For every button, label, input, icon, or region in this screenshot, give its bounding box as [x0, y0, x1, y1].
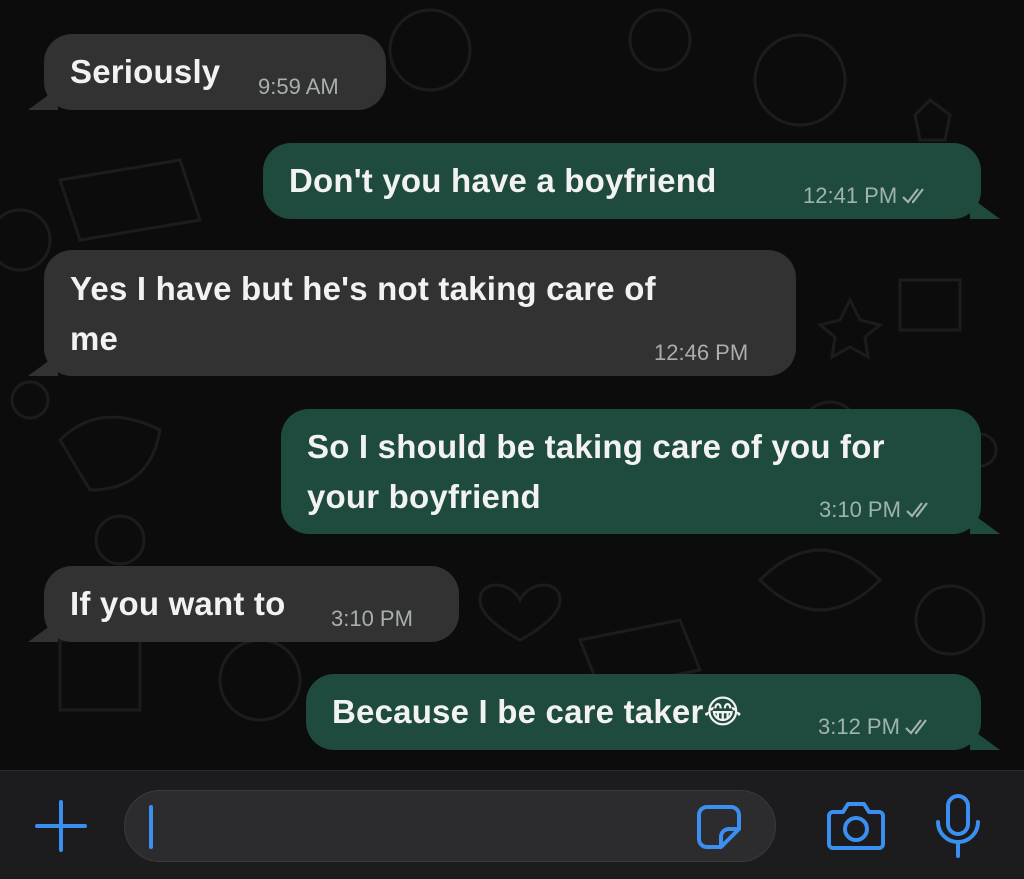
message-meta: 12:41 PM: [803, 183, 929, 209]
message-meta: 3:12 PM: [818, 714, 932, 740]
chat-area[interactable]: Seriously 9:59 AM Don't you have a boyfr…: [0, 0, 1024, 770]
bubble-tail: [28, 620, 58, 642]
camera-icon[interactable]: [824, 795, 888, 855]
message-bubble-outgoing[interactable]: So I should be taking care of you for yo…: [281, 409, 981, 534]
message-time: 3:10 PM: [331, 606, 413, 632]
message-time: 12:46 PM: [654, 340, 748, 366]
message-time: 3:10 PM: [819, 497, 901, 522]
bubble-tail: [970, 197, 1000, 219]
bubble-tail: [970, 512, 1000, 534]
message-text-line: So I should be taking care of you for: [307, 428, 885, 465]
read-receipt-icon: [902, 188, 925, 204]
message-time-text: 3:10 PM: [331, 606, 413, 631]
bubble-tail: [28, 354, 58, 376]
message-bubble-outgoing[interactable]: Because I be care taker😂 3:12 PM: [306, 674, 981, 750]
read-receipt-icon: [905, 719, 927, 735]
message-bubble-outgoing[interactable]: Don't you have a boyfriend 12:41 PM: [263, 143, 981, 219]
text-caret: [149, 805, 153, 849]
message-bubble-incoming[interactable]: Seriously 9:59 AM: [44, 34, 386, 110]
message-time: 3:12 PM: [818, 714, 900, 739]
bubble-tail: [28, 88, 58, 110]
bubble-tail: [970, 728, 1000, 750]
message-time: 9:59 AM: [258, 74, 339, 100]
chat-wallpaper: [0, 8, 998, 722]
message-text-line: Yes I have but he's not taking care of: [70, 270, 656, 307]
message-bubble-incoming[interactable]: Yes I have but he's not taking care of m…: [44, 250, 796, 376]
message-input[interactable]: [124, 790, 776, 862]
message-time-text: 12:46 PM: [654, 340, 749, 365]
message-time: 12:41 PM: [803, 183, 898, 208]
message-text-line: me: [70, 320, 119, 357]
sticker-icon[interactable]: [691, 801, 747, 853]
microphone-icon[interactable]: [930, 791, 986, 861]
message-text: Don't you have a boyfriend: [289, 162, 717, 199]
message-time-text: 9:59 AM: [258, 74, 339, 99]
message-text: Seriously: [70, 53, 221, 90]
message-meta: 3:10 PM: [819, 497, 933, 523]
plus-icon[interactable]: [30, 797, 92, 855]
message-text-line: your boyfriend: [307, 478, 541, 515]
composer-bar: [0, 770, 1024, 879]
message-text: If you want to: [70, 585, 286, 622]
message-bubble-incoming[interactable]: If you want to 3:10 PM: [44, 566, 459, 642]
message-text: Because I be care taker😂: [332, 693, 743, 730]
read-receipt-icon: [906, 502, 928, 518]
